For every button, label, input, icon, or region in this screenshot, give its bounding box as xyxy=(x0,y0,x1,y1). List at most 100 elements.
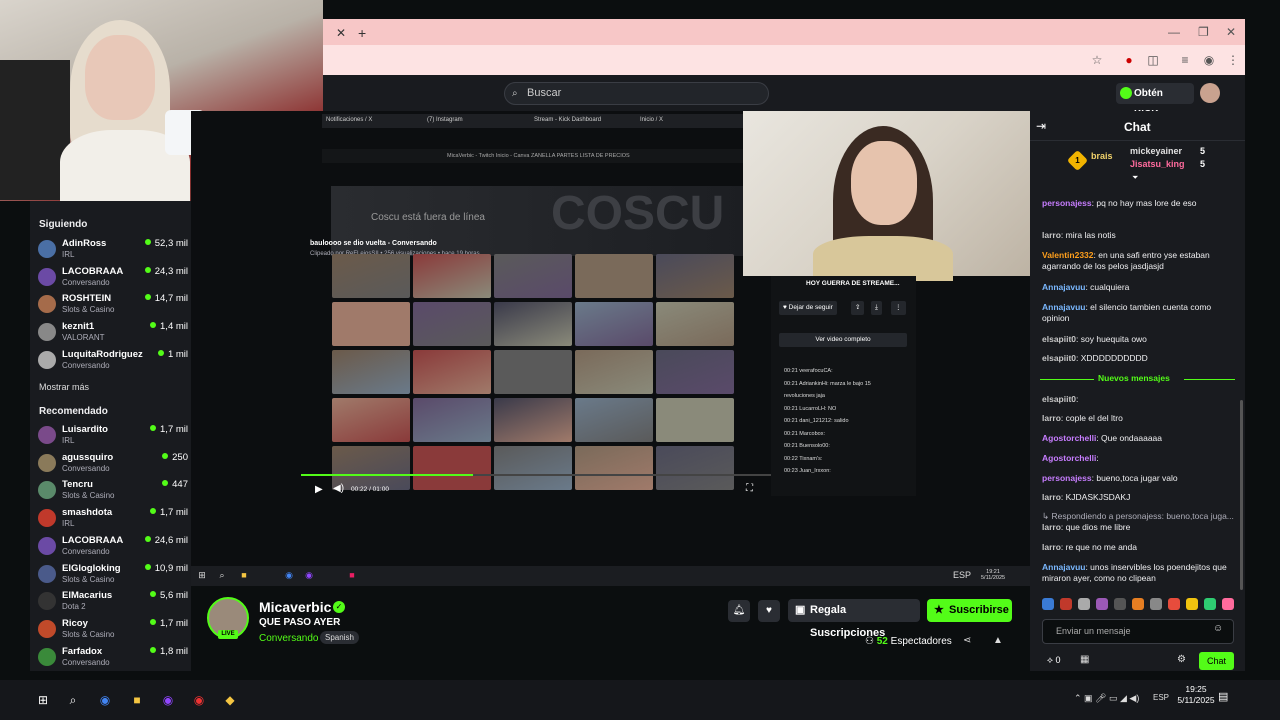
full-video-button[interactable]: Ver video completo xyxy=(779,333,907,347)
chat-username[interactable]: Agostorchelli xyxy=(1042,453,1096,463)
notification-icon[interactable]: ▤ xyxy=(1218,690,1228,703)
gift-icon[interactable]: ▦ xyxy=(1080,654,1089,665)
chat-scrollbar[interactable] xyxy=(1240,400,1243,590)
notification-bell-button[interactable]: 🔔︎ xyxy=(728,600,750,622)
channel-name[interactable]: Micaverbic xyxy=(259,599,331,615)
subscribe-button[interactable]: ★ Suscribirse xyxy=(927,599,1012,622)
emote-icon[interactable] xyxy=(1078,598,1090,610)
collapse-chat-icon[interactable]: ⇥ xyxy=(1036,119,1046,133)
chat-username[interactable]: Agostorchelli xyxy=(1042,433,1096,443)
gear-icon[interactable]: ⚙ xyxy=(1177,654,1186,665)
chat-username[interactable]: elsapiit0 xyxy=(1042,394,1076,404)
progress-bar[interactable] xyxy=(301,474,771,476)
sidebar-item[interactable]: keznit1 VALORANT 1,4 mil xyxy=(38,321,188,349)
stream-category[interactable]: Conversando xyxy=(259,633,318,644)
sidebar-item[interactable]: ElGlogloking Slots & Casino 10,9 mil xyxy=(38,563,188,591)
emote-icon[interactable] xyxy=(1114,598,1126,610)
reading-list-icon[interactable]: ≡ xyxy=(1178,53,1192,67)
language-tag[interactable]: Spanish xyxy=(320,631,359,644)
bookmark-star-icon[interactable]: ☆ xyxy=(1090,53,1104,67)
sidebar-item[interactable]: LACOBRAAA Conversando 24,3 mil xyxy=(38,266,188,294)
folder-icon[interactable]: ■ xyxy=(127,690,147,710)
system-tray-icons[interactable]: ⌃ ▣ 🎤︎ ▭ ◢ ◀) xyxy=(1074,693,1139,704)
chat-username[interactable]: larro xyxy=(1042,413,1061,423)
maximize-button[interactable]: ❐ xyxy=(1198,25,1209,39)
emote-icon[interactable] xyxy=(1204,598,1216,610)
minimize-button[interactable]: — xyxy=(1168,25,1180,39)
unfollow-button[interactable]: ♥ Dejar de seguir xyxy=(779,301,837,315)
emote-icon[interactable] xyxy=(1096,598,1108,610)
chat-username[interactable]: larro xyxy=(1042,230,1061,240)
video-player[interactable]: Notificaciones / X (7) Instagram Stream … xyxy=(191,111,1030,566)
menu-dots-icon[interactable]: ⋮ xyxy=(1226,53,1240,67)
share-icon[interactable]: ⋖ xyxy=(963,635,971,646)
emoji-icon[interactable]: ☺ xyxy=(1213,623,1223,634)
obs-icon[interactable]: ◉ xyxy=(189,690,209,710)
chat-input[interactable]: Enviar un mensaje xyxy=(1042,619,1234,644)
gifter-name[interactable]: Jisatsu_king xyxy=(1130,159,1185,169)
emote-icon[interactable] xyxy=(1168,598,1180,610)
search-icon[interactable]: ⌕ xyxy=(63,690,83,710)
sidebar-item[interactable]: LuquitaRodriguez Conversando 1 mil xyxy=(38,349,188,377)
chat-username[interactable]: personajess xyxy=(1042,473,1092,483)
more-icon[interactable]: ⋮ xyxy=(891,301,906,315)
gifter-name[interactable]: mickeyainer xyxy=(1130,146,1182,156)
new-tab-button[interactable]: + xyxy=(358,25,366,41)
chat-username[interactable]: Valentin2332 xyxy=(1042,250,1094,260)
sidebar-item[interactable]: Farfadox Conversando 1,8 mil xyxy=(38,646,188,674)
volume-icon[interactable]: ◀) xyxy=(333,483,344,494)
chat-username[interactable]: elsapiit0 xyxy=(1042,334,1076,344)
tab-close-icon[interactable]: ✕ xyxy=(336,26,346,40)
system-clock[interactable]: 19:25 5/11/2025 xyxy=(1172,684,1220,706)
sidebar-item[interactable]: AdinRoss IRL 52,3 mil xyxy=(38,238,188,266)
sidebar-item[interactable]: ROSHTEIN Slots & Casino 14,7 mil xyxy=(38,293,188,321)
show-more-link[interactable]: Mostrar más xyxy=(39,382,89,392)
close-window-button[interactable]: ✕ xyxy=(1226,25,1236,39)
expand-chevron-icon[interactable]: ⏷ xyxy=(1132,173,1138,183)
share-icon[interactable]: ⇪ xyxy=(851,301,865,315)
chrome-icon[interactable]: ◉ xyxy=(95,690,115,710)
input-language[interactable]: ESP xyxy=(1153,693,1169,702)
chat-username[interactable]: larro xyxy=(1042,522,1061,532)
emote-bar[interactable] xyxy=(1042,598,1237,612)
gifter-name[interactable]: brais xyxy=(1091,151,1113,161)
search-input[interactable]: ⌕ Buscar xyxy=(504,82,769,105)
emote-icon[interactable] xyxy=(1060,598,1072,610)
start-icon[interactable]: ⊞ xyxy=(33,690,53,710)
chat-username[interactable]: Annajavuu xyxy=(1042,302,1085,312)
emote-icon[interactable] xyxy=(1042,598,1054,610)
discord-icon[interactable]: ◉ xyxy=(158,690,178,710)
sidebar-item[interactable]: agussquiro Conversando 250 xyxy=(38,452,188,480)
send-chat-button[interactable]: Chat xyxy=(1199,652,1234,670)
sidebar-item[interactable]: Luisardito IRL 1,7 mil xyxy=(38,424,188,452)
sidebar-item[interactable]: Tencru Slots & Casino 447 xyxy=(38,479,188,507)
get-kicks-button[interactable]: Obtén KICKs xyxy=(1116,83,1194,120)
channel-points[interactable]: ⟡ 0 xyxy=(1047,655,1060,666)
app-icon[interactable]: ◆ xyxy=(220,690,240,710)
sidebar-item[interactable]: Ricoy Slots & Casino 1,7 mil xyxy=(38,618,188,646)
fullscreen-icon[interactable]: ⛶ xyxy=(746,483,753,494)
extension-icon[interactable]: ● xyxy=(1122,53,1136,67)
extensions-puzzle-icon[interactable]: ◫ xyxy=(1146,53,1160,67)
chat-username[interactable]: personajess xyxy=(1042,198,1092,208)
emote-icon[interactable] xyxy=(1186,598,1198,610)
follow-heart-button[interactable]: ♥ xyxy=(758,600,780,622)
emote-icon[interactable] xyxy=(1150,598,1162,610)
download-icon[interactable]: ⤓ xyxy=(871,301,882,315)
report-icon[interactable]: ▲ xyxy=(993,635,1003,646)
sidebar-item[interactable]: LACOBRAAA Conversando 24,6 mil xyxy=(38,535,188,563)
chat-username[interactable]: elsapiit0 xyxy=(1042,353,1076,363)
play-icon[interactable]: ▶ xyxy=(315,484,323,495)
gift-subs-button[interactable]: ▣ Regala Suscripciones xyxy=(788,599,920,639)
chat-username[interactable]: Annajavuu xyxy=(1042,562,1085,572)
chat-username[interactable]: Annajavuu xyxy=(1042,282,1085,292)
chat-username[interactable]: larro xyxy=(1042,492,1061,502)
sidebar-item[interactable]: ElMacarius Dota 2 5,6 mil xyxy=(38,590,188,618)
profile-icon[interactable]: ◉ xyxy=(1202,53,1216,67)
emote-icon[interactable] xyxy=(1222,598,1234,610)
viewer-count: 1,7 mil xyxy=(150,618,188,629)
user-avatar[interactable] xyxy=(1200,83,1220,103)
chat-username[interactable]: larro xyxy=(1042,542,1061,552)
sidebar-item[interactable]: smashdota IRL 1,7 mil xyxy=(38,507,188,535)
emote-icon[interactable] xyxy=(1132,598,1144,610)
